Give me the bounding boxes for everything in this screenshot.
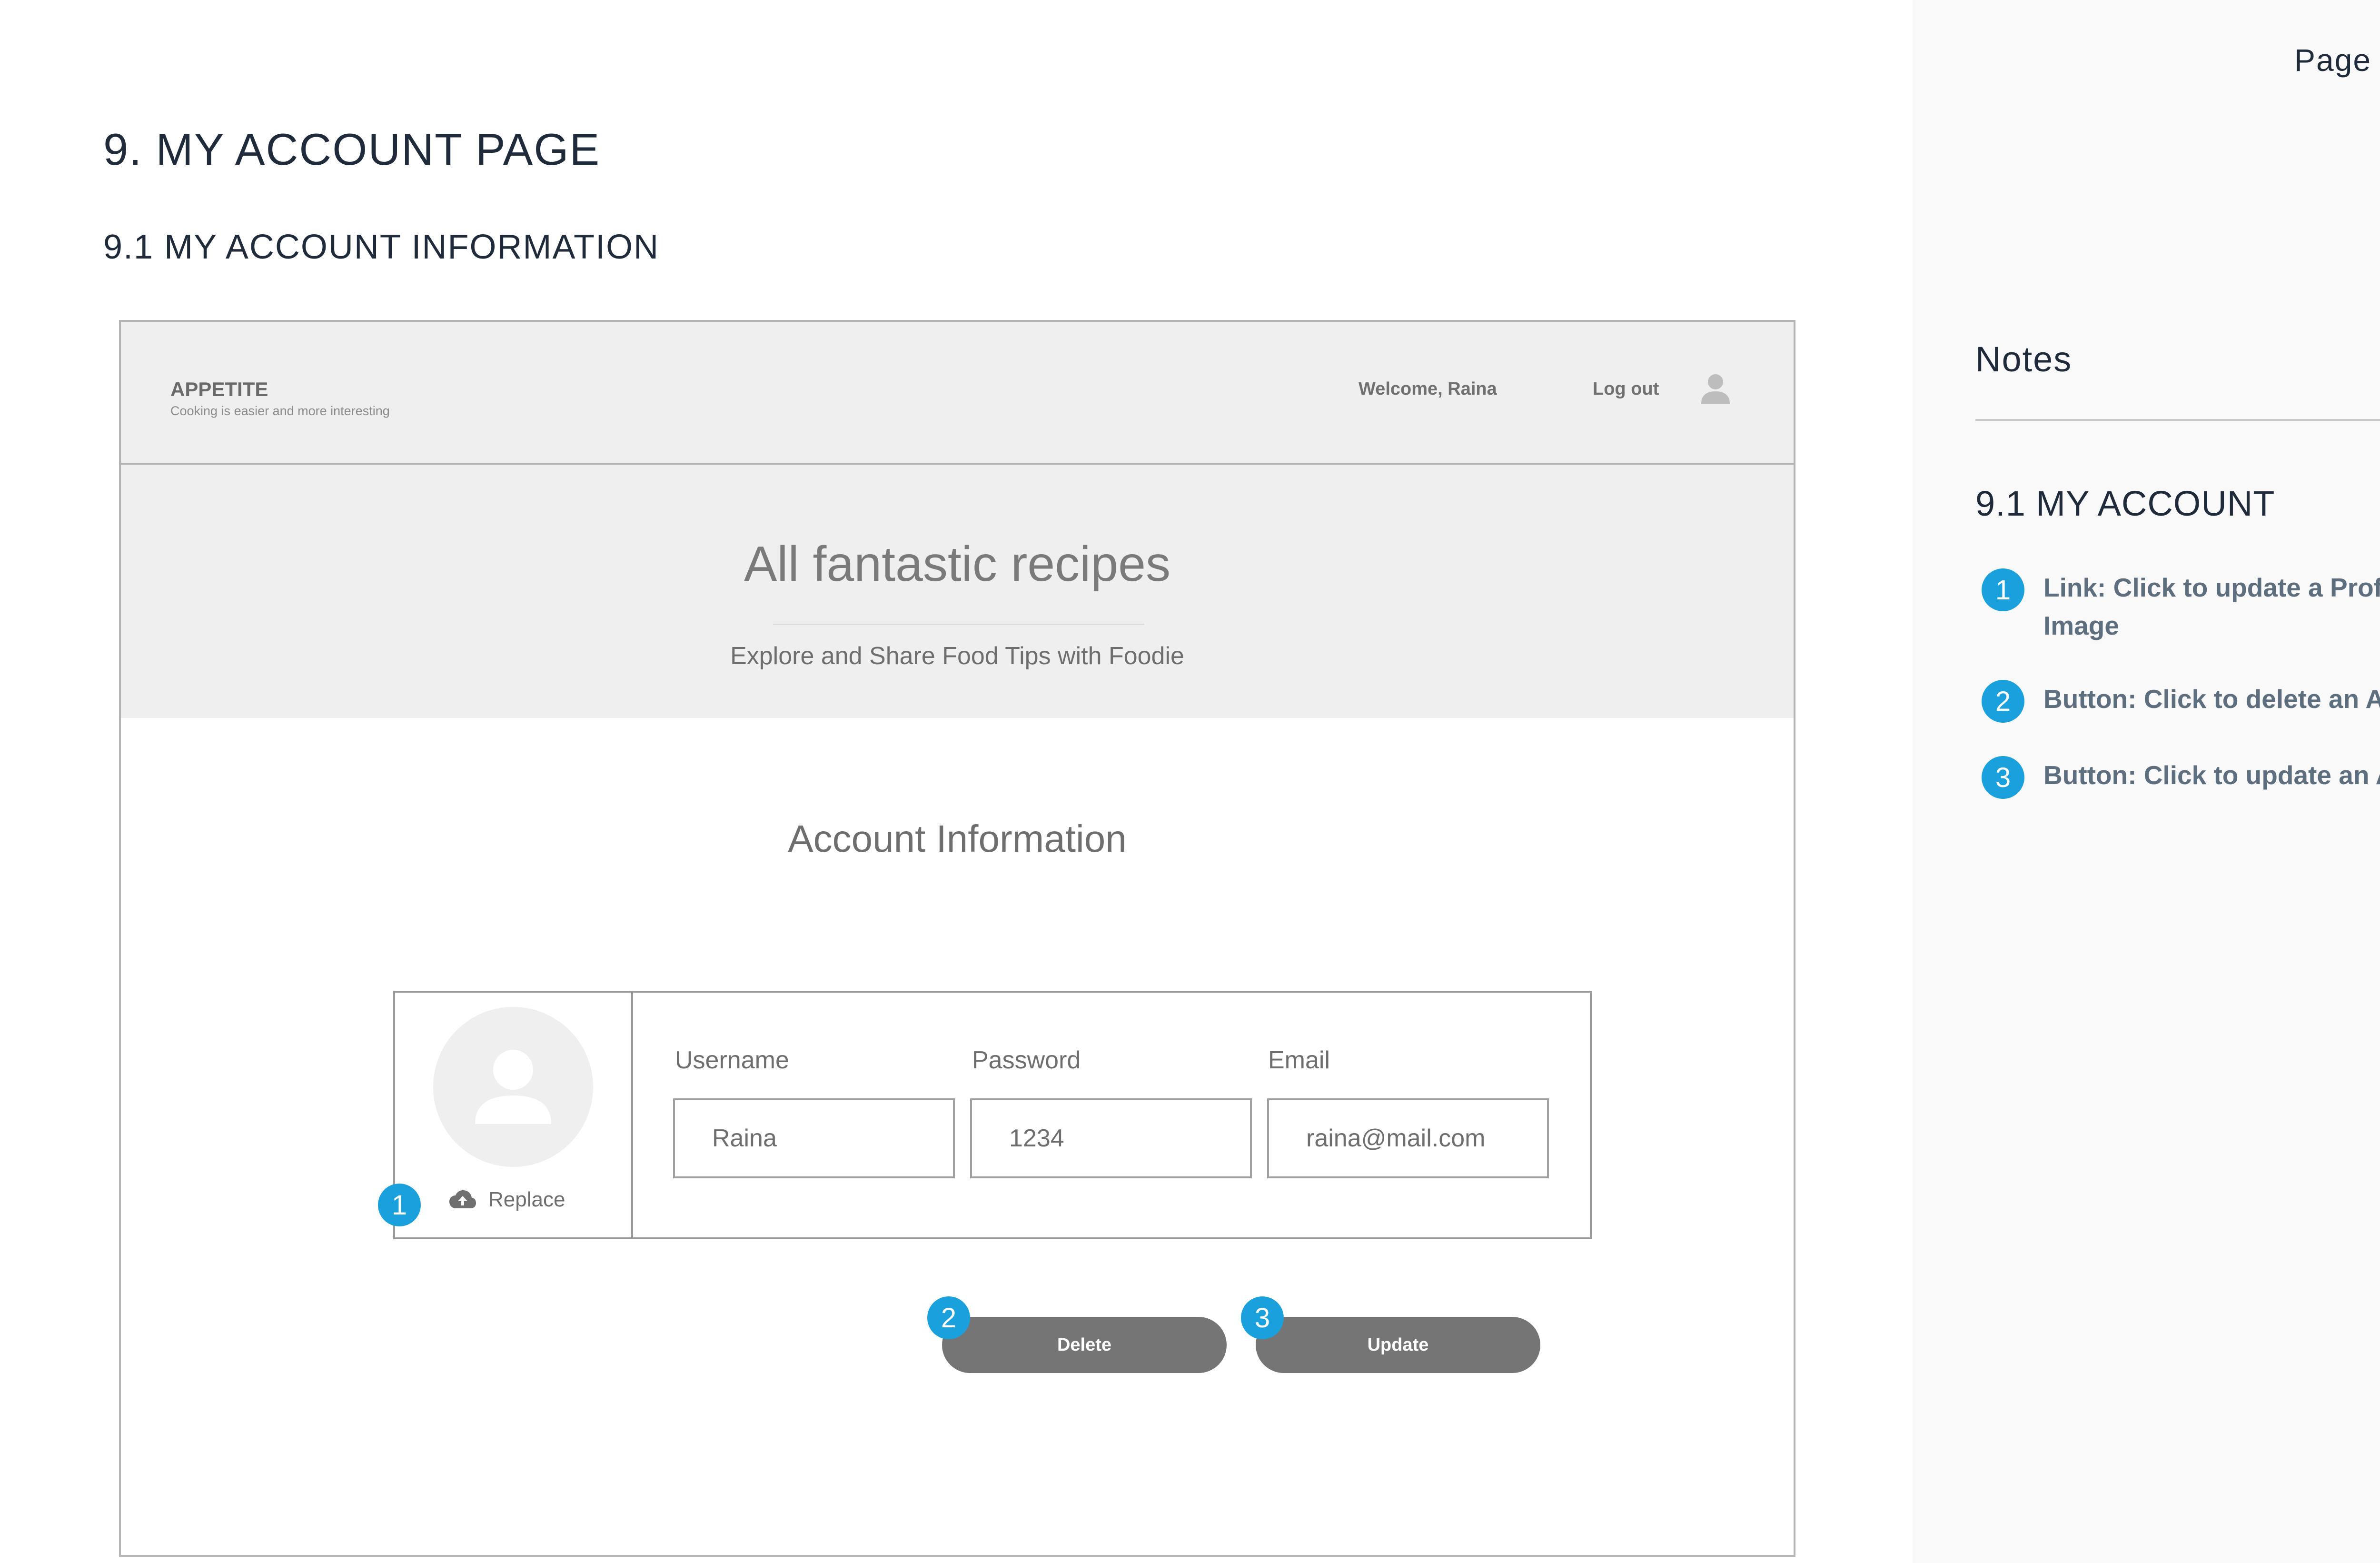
hero-subtitle: Explore and Share Food Tips with Foodie [730, 642, 1184, 670]
page-number: Page 13 [2294, 42, 2380, 78]
note-text: Button: Click to delete an Account [2043, 684, 2380, 714]
cloud-upload-icon [449, 1190, 476, 1208]
email-label: Email [1268, 1046, 1330, 1074]
notes-section-title: 9.1 MY ACCOUNT [1975, 484, 2275, 523]
note-text: Button: Click to update an Account [2043, 760, 2380, 790]
wireframe-mockup: APPETITE Cooking is easier and more inte… [119, 320, 1795, 1557]
hero-banner: All fantastic recipes Explore and Share … [121, 465, 1794, 718]
top-navbar: APPETITE Cooking is easier and more inte… [121, 322, 1794, 465]
password-field[interactable]: 1234 [970, 1098, 1252, 1178]
logout-link[interactable]: Log out [1593, 379, 1659, 399]
replace-image-link[interactable]: Replace [448, 1188, 565, 1212]
delete-button[interactable]: Delete [942, 1317, 1227, 1373]
brand-logo[interactable]: APPETITE [170, 378, 268, 401]
notes-title: Notes [1975, 339, 2073, 379]
notes-divider [1975, 419, 2380, 421]
annotation-badge: 2 [927, 1296, 970, 1339]
avatar-placeholder-icon [475, 1050, 551, 1124]
note-text: Link: Click to update a Profile Image [2043, 573, 2380, 640]
account-information-heading: Account Information [788, 817, 1127, 860]
page-title: 9. MY ACCOUNT PAGE [103, 124, 601, 174]
update-button[interactable]: Update [1256, 1317, 1540, 1373]
password-label: Password [972, 1046, 1081, 1074]
email-field[interactable]: raina@mail.com [1267, 1098, 1549, 1178]
hero-title: All fantastic recipes [744, 537, 1170, 592]
user-icon[interactable] [1696, 369, 1735, 408]
note-item: 3 Button: Click to update an Account [1982, 756, 2380, 799]
welcome-text: Welcome, Raina [1359, 379, 1497, 399]
replace-label: Replace [488, 1188, 565, 1211]
profile-image-column: Replace [395, 993, 633, 1237]
username-field[interactable]: Raina [673, 1098, 955, 1178]
avatar [433, 1007, 593, 1167]
account-card: Replace Username Password Email Raina 12… [393, 991, 1592, 1239]
brand-tagline: Cooking is easier and more interesting [170, 404, 390, 418]
note-badge: 1 [1982, 568, 2024, 611]
note-item: 2 Button: Click to delete an Account [1982, 680, 2380, 723]
section-heading: 9.1 MY ACCOUNT INFORMATION [103, 228, 660, 266]
annotation-badge: 3 [1241, 1296, 1284, 1339]
hero-divider [773, 624, 1144, 625]
note-badge: 2 [1982, 680, 2024, 723]
note-item: 1 Link: Click to update a Profile Image [1982, 568, 2380, 645]
note-badge: 3 [1982, 756, 2024, 799]
username-label: Username [675, 1046, 789, 1074]
annotation-badge: 1 [378, 1184, 421, 1226]
